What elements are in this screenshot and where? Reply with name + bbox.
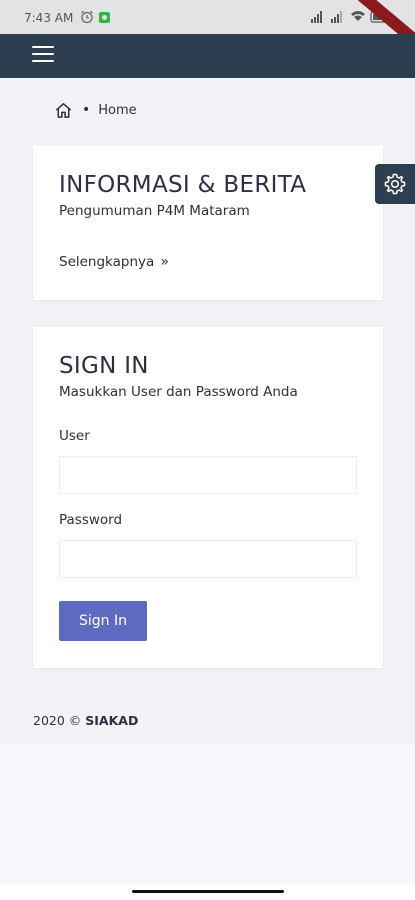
main-content: • Home INFORMASI & BERITA Pengumuman P4M… — [0, 78, 415, 744]
signin-title: SIGN IN — [59, 353, 149, 379]
footer-brand: SIAKAD — [85, 713, 139, 728]
footer: 2020 © SIAKAD — [33, 713, 138, 728]
home-indicator[interactable] — [132, 890, 284, 893]
breadcrumb-separator: • — [82, 102, 91, 118]
alarm-icon — [81, 10, 93, 24]
hamburger-icon[interactable] — [32, 46, 54, 64]
password-input[interactable] — [59, 540, 357, 578]
user-input[interactable] — [59, 456, 357, 494]
signin-card: SIGN IN Masukkan User dan Password Anda … — [33, 327, 383, 668]
breadcrumb: • Home — [54, 100, 137, 120]
settings-button[interactable] — [375, 164, 415, 204]
news-title: INFORMASI & BERITA — [59, 172, 307, 198]
signin-subtitle: Masukkan User dan Password Anda — [59, 384, 298, 400]
app-bar — [0, 34, 415, 78]
gear-icon — [384, 173, 406, 195]
sign-in-button[interactable]: Sign In — [59, 601, 147, 641]
breadcrumb-home[interactable]: Home — [98, 103, 136, 118]
news-subtitle: Pengumuman P4M Mataram — [59, 203, 250, 219]
home-icon[interactable] — [54, 101, 73, 120]
status-time: 7:43 AM — [24, 11, 74, 25]
double-chevron-right-icon: » — [160, 254, 169, 270]
status-bar: 7:43 AM — [0, 0, 415, 56]
app-notification-icon — [99, 12, 110, 23]
read-more-label: Selengkapnya — [59, 254, 155, 270]
footer-year: 2020 © — [33, 713, 82, 728]
password-label: Password — [59, 512, 123, 528]
empty-area — [0, 744, 415, 884]
news-card: INFORMASI & BERITA Pengumuman P4M Matara… — [33, 146, 383, 300]
read-more-link[interactable]: Selengkapnya » — [59, 254, 169, 270]
user-label: User — [59, 428, 90, 444]
